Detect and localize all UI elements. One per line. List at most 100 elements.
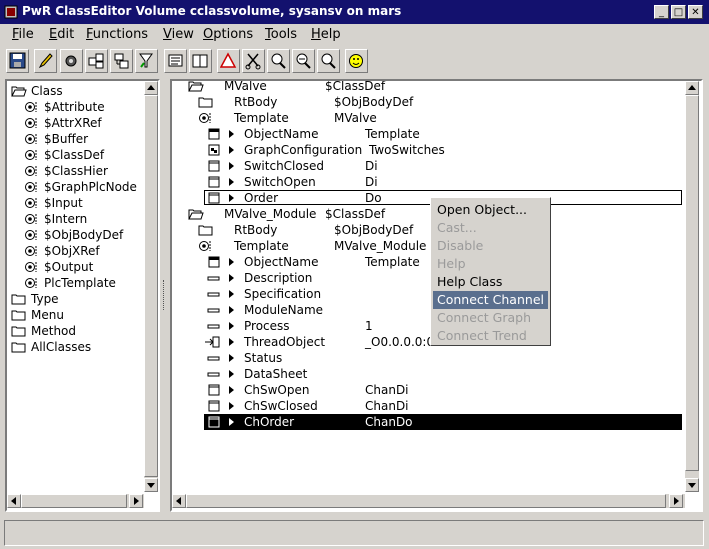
pane-splitter[interactable]	[163, 280, 168, 310]
class-tree-item[interactable]: $Intern	[24, 211, 154, 227]
expand-arrow-icon[interactable]	[228, 161, 236, 171]
hierarchy-button[interactable]	[110, 49, 133, 73]
expand-arrow-icon[interactable]	[228, 353, 236, 363]
class-tree-item[interactable]: $ObjBodyDef	[24, 227, 154, 243]
class-tree-item[interactable]: $Input	[24, 195, 154, 211]
menu-edit[interactable]: Edit	[49, 27, 74, 42]
class-tree-item[interactable]: AllClasses	[11, 339, 141, 355]
object-tree-row[interactable]: SwitchOpen Di	[172, 174, 682, 190]
class-tree-item[interactable]: $Output	[24, 259, 154, 275]
class-tree-item[interactable]: $Attribute	[24, 99, 154, 115]
zoom-reset-button[interactable]	[317, 49, 340, 73]
expand-arrow-icon[interactable]	[228, 257, 236, 267]
object-tree-row[interactable]: Description	[172, 270, 682, 286]
object-tree-hscrollbar[interactable]	[172, 494, 685, 508]
object-tree-row[interactable]: ChSwClosed ChanDi	[172, 398, 682, 414]
class-tree-item[interactable]: Type	[11, 291, 141, 307]
menu-functions[interactable]: Functions	[86, 27, 148, 42]
expand-arrow-icon[interactable]	[228, 289, 236, 299]
object-tree-row[interactable]: Template MValve_Module	[172, 238, 682, 254]
object-tree-row[interactable]: MValve $ClassDef	[172, 81, 682, 94]
menu-options[interactable]: Options	[203, 27, 253, 42]
object-tree-row[interactable]: ObjectName Template	[172, 254, 682, 270]
close-button[interactable]: ✕	[688, 5, 703, 19]
expand-arrow-icon[interactable]	[228, 385, 236, 395]
class-tree-item[interactable]: $ObjXRef	[24, 243, 154, 259]
object-tree-row[interactable]: GraphConfiguration TwoSwitches	[172, 142, 682, 158]
scroll-thumb[interactable]	[144, 95, 158, 477]
object-tree-row[interactable]: ObjectName Template	[172, 126, 682, 142]
view-button[interactable]	[164, 49, 187, 73]
menu-help[interactable]: Help	[311, 27, 341, 42]
object-tree-vscrollbar[interactable]	[685, 81, 699, 492]
class-tree-item[interactable]: Method	[11, 323, 141, 339]
object-tree-row[interactable]: ChSwOpen ChanDi	[172, 382, 682, 398]
expand-arrow-icon[interactable]	[228, 129, 236, 139]
object-tree-row[interactable]: MValve_Module $ClassDef	[172, 206, 682, 222]
class-tree-hscrollbar[interactable]	[7, 494, 144, 508]
expand-arrow-icon[interactable]	[228, 145, 236, 155]
cut-button[interactable]	[242, 49, 265, 73]
scroll-right-button[interactable]	[669, 494, 683, 508]
scroll-thumb[interactable]	[685, 95, 699, 471]
object-tree-row[interactable]: DataSheet	[172, 366, 682, 382]
object-tree-row[interactable]: Status	[172, 350, 682, 366]
edit-button[interactable]	[34, 49, 57, 73]
scroll-down-button[interactable]	[685, 478, 699, 492]
object-tree-row[interactable]: ThreadObject _O0.0.0.0:0	[172, 334, 682, 350]
expand-arrow-icon[interactable]	[228, 369, 236, 379]
maximize-button[interactable]: □	[671, 5, 686, 19]
gear-button[interactable]	[60, 49, 83, 73]
scroll-up-button[interactable]	[144, 81, 158, 95]
scroll-thumb[interactable]	[21, 494, 127, 508]
object-tree-row[interactable]: RtBody $ObjBodyDef	[172, 222, 682, 238]
expand-arrow-icon[interactable]	[228, 193, 236, 203]
class-tree-item[interactable]: $ClassDef	[24, 147, 154, 163]
class-tree-item[interactable]: PlcTemplate	[24, 275, 154, 291]
save-button[interactable]	[6, 49, 29, 73]
book-button[interactable]	[189, 49, 212, 73]
expand-arrow-icon[interactable]	[228, 273, 236, 283]
object-tree-row[interactable]: SwitchClosed Di	[172, 158, 682, 174]
context-menu-item[interactable]: Connect Channel	[433, 291, 548, 309]
scroll-left-button[interactable]	[7, 494, 21, 508]
expand-arrow-icon[interactable]	[228, 337, 236, 347]
expand-arrow-icon[interactable]	[228, 401, 236, 411]
smiley-button[interactable]	[345, 49, 368, 73]
scroll-up-button[interactable]	[685, 81, 699, 95]
expand-arrow-icon[interactable]	[228, 417, 236, 427]
object-tree-row[interactable]: ModuleName	[172, 302, 682, 318]
context-menu-item[interactable]: Open Object...	[433, 201, 548, 219]
zoom-in-button[interactable]	[267, 49, 290, 73]
class-tree-item[interactable]: Class	[11, 83, 141, 99]
filter-button[interactable]	[135, 49, 158, 73]
scroll-thumb[interactable]	[186, 494, 666, 508]
zoom-out-button[interactable]	[292, 49, 315, 73]
expand-arrow-icon[interactable]	[228, 305, 236, 315]
context-menu-item[interactable]: Help Class	[433, 273, 548, 291]
warning-button[interactable]	[217, 49, 240, 73]
object-tree-row[interactable]: Order Do	[172, 190, 682, 206]
class-tree-item[interactable]: $AttrXRef	[24, 115, 154, 131]
scroll-right-button[interactable]	[129, 494, 143, 508]
object-tree-row[interactable]: Process 1	[172, 318, 682, 334]
menu-view[interactable]: View	[163, 27, 194, 42]
object-tree-row[interactable]: RtBody $ObjBodyDef	[172, 94, 682, 110]
object-tree-row[interactable]: Specification	[172, 286, 682, 302]
minimize-button[interactable]: _	[654, 5, 669, 19]
class-tree-pane[interactable]: Class $Attribute $AttrXRef $Buffer $ClassDef…	[5, 79, 160, 512]
class-tree-item[interactable]: Menu	[11, 307, 141, 323]
object-tree-row[interactable]: ChOrder ChanDo	[172, 414, 682, 430]
title-bar[interactable]: PwR ClassEditor Volume cclassvolume, sys…	[0, 0, 709, 24]
class-tree-item[interactable]: $GraphPlcNode	[24, 179, 154, 195]
class-tree-vscrollbar[interactable]	[144, 81, 158, 492]
expand-arrow-icon[interactable]	[228, 321, 236, 331]
object-tree-row[interactable]: Template MValve	[172, 110, 682, 126]
class-tree-item[interactable]: $ClassHier	[24, 163, 154, 179]
menu-file[interactable]: File	[12, 27, 34, 42]
scroll-left-button[interactable]	[172, 494, 186, 508]
expand-arrow-icon[interactable]	[228, 177, 236, 187]
objects-button[interactable]	[85, 49, 108, 73]
class-tree-item[interactable]: $Buffer	[24, 131, 154, 147]
scroll-down-button[interactable]	[144, 478, 158, 492]
